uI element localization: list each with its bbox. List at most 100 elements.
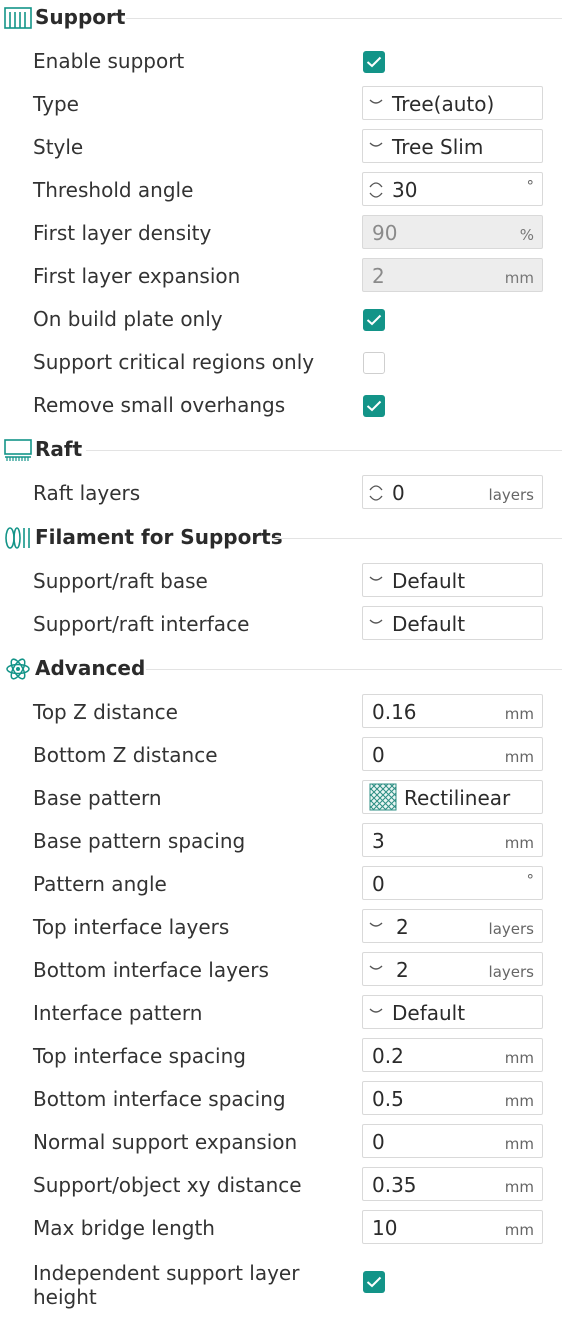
support-raft-base-label: Support/raft base (33, 569, 208, 593)
bottom-interface-spacing-unit: mm (504, 1092, 534, 1110)
row-top-interface-layers: Top interface layers 2 layers (0, 906, 564, 949)
raft-layers-unit: layers (488, 486, 534, 504)
top-interface-layers-unit: layers (488, 920, 534, 938)
checkmark-icon (366, 1276, 382, 1288)
base-pattern-value: Rectilinear (404, 786, 511, 810)
type-value: Tree(auto) (392, 92, 495, 116)
row-raft-layers: Raft layers 0 layers (0, 472, 564, 515)
section-title-support: Support (35, 5, 126, 29)
base-pattern-dropdown[interactable]: Rectilinear (362, 780, 543, 814)
pattern-angle-input[interactable]: 0 ° (362, 866, 543, 900)
bottom-interface-layers-dropdown[interactable]: 2 layers (362, 952, 543, 986)
interface-pattern-dropdown[interactable]: Default (362, 995, 543, 1029)
raft-icon (4, 439, 32, 461)
style-dropdown[interactable]: Tree Slim (362, 129, 543, 163)
support-critical-regions-only-label: Support critical regions only (33, 350, 315, 374)
threshold-angle-spinbox[interactable]: 30 ° (362, 172, 543, 206)
style-value: Tree Slim (392, 135, 484, 159)
top-z-distance-value: 0.16 (372, 700, 417, 724)
filament-icon (5, 527, 30, 549)
section-divider (272, 538, 562, 539)
remove-small-overhangs-checkbox[interactable] (363, 395, 385, 417)
type-label: Type (33, 92, 79, 116)
chevron-down-icon (369, 1008, 383, 1013)
first-layer-density-value: 90 (372, 221, 398, 245)
enable-support-label: Enable support (33, 49, 185, 73)
base-pattern-label: Base pattern (33, 786, 162, 810)
max-bridge-length-unit: mm (504, 1221, 534, 1239)
support-raft-interface-label: Support/raft interface (33, 612, 250, 636)
first-layer-density-unit: % (519, 226, 534, 244)
threshold-angle-label: Threshold angle (33, 178, 194, 202)
chevron-down-icon (369, 576, 383, 581)
row-interface-pattern: Interface pattern Default (0, 992, 564, 1035)
top-interface-layers-dropdown[interactable]: 2 layers (362, 909, 543, 943)
row-bottom-z-distance: Bottom Z distance 0 mm (0, 734, 564, 777)
interface-pattern-label: Interface pattern (33, 1001, 203, 1025)
row-type: Type Tree(auto) (0, 83, 564, 126)
top-z-distance-unit: mm (504, 705, 534, 723)
row-bottom-interface-layers: Bottom interface layers 2 layers (0, 949, 564, 992)
support-object-xy-distance-unit: mm (504, 1178, 534, 1196)
section-title-raft: Raft (35, 437, 83, 461)
max-bridge-length-input[interactable]: 10 mm (362, 1210, 543, 1244)
raft-layers-label: Raft layers (33, 481, 141, 505)
top-interface-spacing-label: Top interface spacing (33, 1044, 246, 1068)
type-dropdown[interactable]: Tree(auto) (362, 86, 543, 120)
top-interface-layers-value: 2 (396, 915, 409, 939)
row-pattern-angle: Pattern angle 0 ° (0, 863, 564, 906)
row-remove-small-overhangs: Remove small overhangs (0, 384, 564, 427)
checkmark-icon (366, 56, 382, 68)
support-object-xy-distance-label: Support/object xy distance (33, 1173, 302, 1197)
pattern-angle-label: Pattern angle (33, 872, 167, 896)
raft-layers-value: 0 (392, 481, 405, 505)
normal-support-expansion-input[interactable]: 0 mm (362, 1124, 543, 1158)
section-advanced: Advanced (0, 651, 564, 687)
max-bridge-length-value: 10 (372, 1216, 398, 1240)
first-layer-density-label: First layer density (33, 221, 212, 245)
bottom-interface-spacing-label: Bottom interface spacing (33, 1087, 286, 1111)
normal-support-expansion-value: 0 (372, 1130, 385, 1154)
checkmark-icon (366, 314, 382, 326)
row-top-interface-spacing: Top interface spacing 0.2 mm (0, 1035, 564, 1078)
row-enable-support: Enable support (0, 40, 564, 83)
top-interface-layers-label: Top interface layers (33, 915, 230, 939)
row-normal-support-expansion: Normal support expansion 0 mm (0, 1121, 564, 1164)
bottom-interface-spacing-input[interactable]: 0.5 mm (362, 1081, 543, 1115)
pattern-angle-unit: ° (526, 871, 535, 889)
spinner-arrows-icon[interactable] (368, 177, 384, 203)
row-bottom-interface-spacing: Bottom interface spacing 0.5 mm (0, 1078, 564, 1121)
rectilinear-pattern-icon (369, 783, 397, 811)
on-build-plate-only-label: On build plate only (33, 307, 223, 331)
section-raft: Raft (0, 432, 564, 468)
bottom-interface-layers-value: 2 (396, 958, 409, 982)
max-bridge-length-label: Max bridge length (33, 1216, 215, 1240)
top-interface-spacing-input[interactable]: 0.2 mm (362, 1038, 543, 1072)
section-support: Support (0, 0, 564, 36)
support-object-xy-distance-input[interactable]: 0.35 mm (362, 1167, 543, 1201)
bottom-interface-layers-label: Bottom interface layers (33, 958, 269, 982)
normal-support-expansion-label: Normal support expansion (33, 1130, 298, 1154)
remove-small-overhangs-label: Remove small overhangs (33, 393, 286, 417)
on-build-plate-only-checkbox[interactable] (363, 309, 385, 331)
first-layer-expansion-value: 2 (372, 264, 385, 288)
row-support-object-xy-distance: Support/object xy distance 0.35 mm (0, 1164, 564, 1207)
spinner-arrows-icon[interactable] (368, 480, 384, 506)
section-title-filament-for-supports: Filament for Supports (35, 525, 283, 549)
chevron-down-icon (369, 99, 383, 104)
section-title-advanced: Advanced (35, 656, 146, 680)
chevron-down-icon (369, 142, 383, 147)
raft-layers-spinbox[interactable]: 0 layers (362, 475, 543, 509)
bottom-z-distance-unit: mm (504, 748, 534, 766)
first-layer-expansion-unit: mm (504, 269, 534, 287)
enable-support-checkbox[interactable] (363, 51, 385, 73)
row-max-bridge-length: Max bridge length 10 mm (0, 1207, 564, 1250)
section-divider (86, 450, 562, 451)
support-raft-base-dropdown[interactable]: Default (362, 563, 543, 597)
support-raft-interface-dropdown[interactable]: Default (362, 606, 543, 640)
top-z-distance-input[interactable]: 0.16 mm (362, 694, 543, 728)
independent-support-layer-height-checkbox[interactable] (363, 1271, 385, 1293)
support-critical-regions-only-checkbox[interactable] (363, 352, 385, 374)
bottom-z-distance-input[interactable]: 0 mm (362, 737, 543, 771)
base-pattern-spacing-input[interactable]: 3 mm (362, 823, 543, 857)
